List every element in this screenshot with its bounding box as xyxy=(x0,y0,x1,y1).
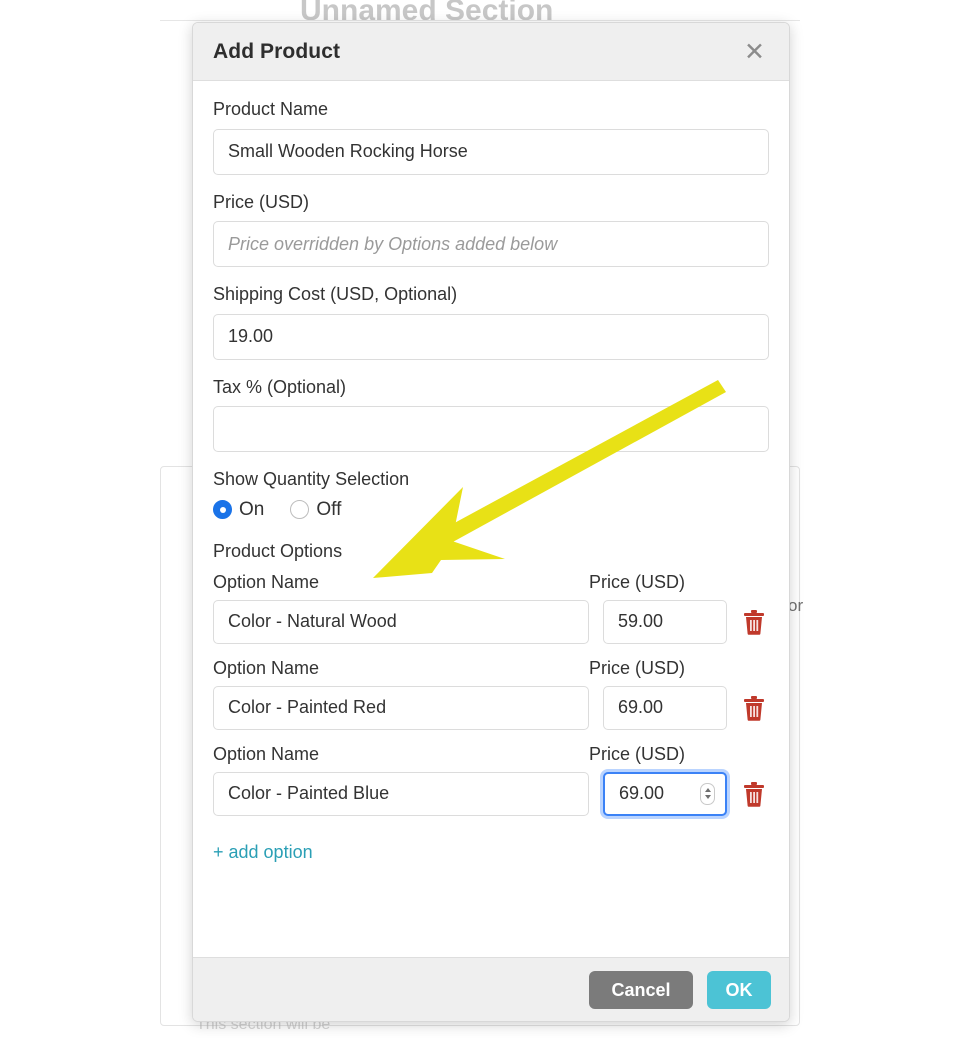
add-product-modal: Add Product ✕ Product Name Price (USD) S… xyxy=(192,22,790,1022)
cancel-button[interactable]: Cancel xyxy=(589,970,693,1009)
show-quantity-radio-group: On Off xyxy=(213,499,769,521)
product-options-label: Product Options xyxy=(213,540,343,561)
option-row: Option Name Price (USD) xyxy=(213,658,769,730)
option-name-header: Option Name xyxy=(213,571,320,592)
shipping-cost-input[interactable] xyxy=(213,313,769,360)
option-row-fields xyxy=(213,685,769,730)
radio-off-icon[interactable] xyxy=(290,500,310,520)
radio-option-off[interactable]: Off xyxy=(290,499,341,521)
option-row: Option Name Price (USD) xyxy=(213,744,769,816)
radio-on-icon[interactable] xyxy=(213,500,232,520)
radio-option-on[interactable]: On xyxy=(213,499,264,521)
option-price-input[interactable] xyxy=(603,599,727,644)
modal-body: Product Name Price (USD) Shipping Cost (… xyxy=(193,81,789,957)
option-price-header: Price (USD) xyxy=(589,743,686,764)
modal-title: Add Product xyxy=(213,39,341,63)
page-root: Unnamed Section or This section will be … xyxy=(0,0,960,1038)
option-price-header: Price (USD) xyxy=(589,571,686,592)
option-row-headers: Option Name Price (USD) xyxy=(213,658,769,679)
trash-icon[interactable] xyxy=(743,609,765,635)
radio-on-label: On xyxy=(239,498,265,520)
option-price-input[interactable] xyxy=(603,685,727,730)
trash-icon[interactable] xyxy=(743,695,765,721)
close-icon[interactable]: ✕ xyxy=(740,37,769,66)
show-quantity-label: Show Quantity Selection xyxy=(213,469,410,490)
number-spinner-icon[interactable] xyxy=(700,782,715,805)
tax-label: Tax % (Optional) xyxy=(213,376,347,397)
modal-footer: Cancel OK xyxy=(193,957,789,1021)
trash-icon[interactable] xyxy=(743,781,765,807)
option-row: Option Name Price (USD) xyxy=(213,572,769,644)
option-price-wrapper xyxy=(603,599,727,644)
ok-button[interactable]: OK xyxy=(707,970,771,1009)
field-shipping-cost: Shipping Cost (USD, Optional) xyxy=(213,284,769,360)
option-name-input[interactable] xyxy=(213,685,589,730)
modal-header: Add Product ✕ xyxy=(193,23,789,81)
field-product-name: Product Name xyxy=(213,99,769,175)
product-name-label: Product Name xyxy=(213,99,329,119)
radio-off-label: Off xyxy=(316,498,342,520)
product-name-input[interactable] xyxy=(213,128,769,175)
option-name-input[interactable] xyxy=(213,771,589,816)
option-name-header: Option Name xyxy=(213,743,320,764)
price-label: Price (USD) xyxy=(213,191,310,212)
background-side-text: or xyxy=(788,596,804,615)
option-price-wrapper xyxy=(603,685,727,730)
option-row-headers: Option Name Price (USD) xyxy=(213,572,769,593)
option-price-header: Price (USD) xyxy=(589,657,686,678)
option-name-input[interactable] xyxy=(213,599,589,644)
option-row-fields xyxy=(213,599,769,644)
shipping-cost-label: Shipping Cost (USD, Optional) xyxy=(213,284,458,305)
add-option-link[interactable]: + add option xyxy=(213,842,313,863)
option-row-headers: Option Name Price (USD) xyxy=(213,744,769,765)
background-divider-1 xyxy=(160,20,800,21)
tax-input[interactable] xyxy=(213,406,769,453)
option-row-fields xyxy=(213,771,769,816)
field-tax: Tax % (Optional) xyxy=(213,377,769,453)
field-price: Price (USD) xyxy=(213,192,769,268)
option-price-wrapper xyxy=(603,771,727,816)
price-input[interactable] xyxy=(213,221,769,268)
option-name-header: Option Name xyxy=(213,657,320,678)
